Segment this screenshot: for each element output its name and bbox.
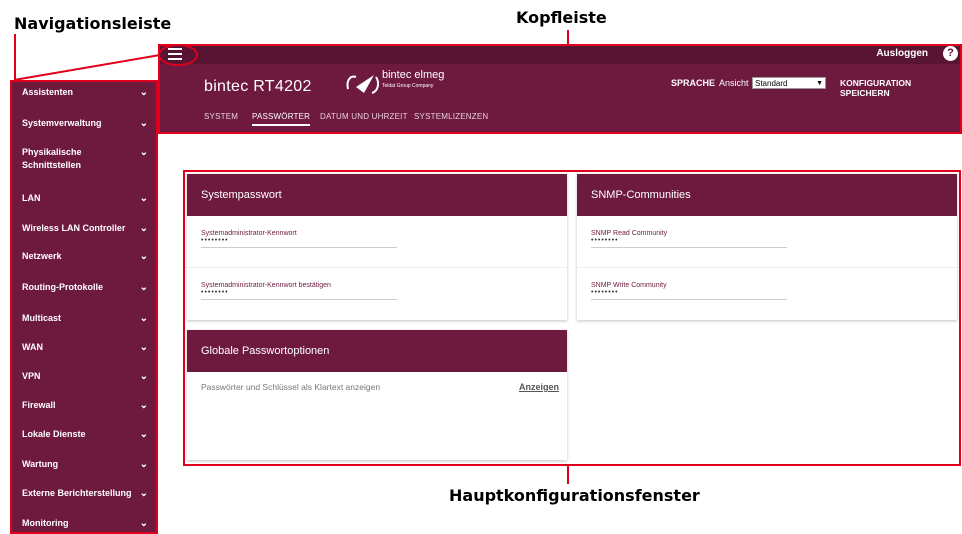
sidebar-item-label: Routing-Protokolle xyxy=(22,282,103,292)
admin-password-confirm-input[interactable]: •••••••• xyxy=(201,289,397,300)
sidebar-item-label: Netzwerk xyxy=(22,251,62,261)
sidebar-item[interactable]: Wireless LAN Controller ⌄ xyxy=(10,222,158,235)
help-icon[interactable]: ? xyxy=(943,46,958,61)
menu-icon[interactable] xyxy=(168,48,182,60)
sidebar-item-label: VPN xyxy=(22,371,41,381)
chevron-down-icon: ⌄ xyxy=(139,118,148,129)
sidebar-item-label: Firewall xyxy=(22,400,56,410)
chevron-down-icon: ⌄ xyxy=(139,371,148,382)
logo-text: bintec elmeg xyxy=(382,69,445,81)
chevron-down-icon: ▼ xyxy=(816,80,823,87)
tab-licenses[interactable]: SYSTEMLIZENZEN xyxy=(414,112,488,121)
sidebar-item[interactable]: WAN ⌄ xyxy=(10,341,158,354)
callout-navigation: Navigationsleiste xyxy=(14,14,172,33)
chevron-down-icon: ⌄ xyxy=(139,223,148,234)
snmp-read-field[interactable]: SNMP Read Community •••••••• xyxy=(577,216,957,268)
sidebar-item[interactable]: LAN ⌄ xyxy=(10,192,158,205)
sidebar-item[interactable]: Netzwerk ⌄ xyxy=(10,250,158,263)
sidebar-item[interactable]: Physikalische Schnittstellen ⌄ xyxy=(10,146,158,172)
show-cleartext-link[interactable]: Anzeigen xyxy=(519,382,559,392)
sidebar-item-label: Wireless LAN Controller xyxy=(22,223,126,233)
global-password-options-card: Globale Passwortoptionen Passwörter und … xyxy=(187,330,567,460)
chevron-down-icon: ⌄ xyxy=(139,518,148,529)
chevron-down-icon: ⌄ xyxy=(139,193,148,204)
sidebar-item[interactable]: Lokale Dienste ⌄ xyxy=(10,428,158,441)
callout-header: Kopfleiste xyxy=(516,8,607,27)
tab-passwords[interactable]: PASSWÖRTER xyxy=(252,112,311,126)
chevron-down-icon: ⌄ xyxy=(139,400,148,411)
card-title: SNMP-Communities xyxy=(577,174,957,216)
language-selector[interactable]: SPRACHE xyxy=(671,78,715,88)
snmp-write-input[interactable]: •••••••• xyxy=(591,289,787,300)
field-label: SNMP Read Community xyxy=(591,230,668,237)
chevron-down-icon: ⌄ xyxy=(139,147,148,158)
sidebar-item-label: Assistenten xyxy=(22,87,74,97)
card-title: Systempasswort xyxy=(187,174,567,216)
logout-button[interactable]: Ausloggen xyxy=(876,48,928,59)
sidebar-item-label: Externe Berichterstellung xyxy=(22,488,132,498)
chevron-down-icon: ⌄ xyxy=(139,488,148,499)
chevron-down-icon: ⌄ xyxy=(139,87,148,98)
sidebar-item[interactable]: Wartung ⌄ xyxy=(10,458,158,471)
header-bar: Ausloggen ? bintec RT4202 bintec elmeg T… xyxy=(158,44,962,134)
snmp-write-field[interactable]: SNMP Write Community •••••••• xyxy=(577,268,957,320)
system-password-card: Systempasswort Systemadministrator-Kennw… xyxy=(187,174,567,320)
chevron-down-icon: ⌄ xyxy=(139,459,148,470)
chevron-down-icon: ⌄ xyxy=(139,251,148,262)
sidebar-item[interactable]: Monitoring ⌄ xyxy=(10,517,158,530)
chevron-down-icon: ⌄ xyxy=(139,313,148,324)
top-bar: Ausloggen ? xyxy=(158,44,962,64)
sidebar-item-label: Lokale Dienste xyxy=(22,429,86,439)
save-config-button[interactable]: KONFIGURATION SPEICHERN xyxy=(840,78,962,98)
sidebar-item[interactable]: Externe Berichterstellung ⌄ xyxy=(10,487,158,500)
view-select[interactable]: Standard ▼ xyxy=(752,77,826,89)
field-label: SNMP Write Community xyxy=(591,282,667,289)
view-select-value: Standard xyxy=(755,79,788,88)
admin-password-field[interactable]: Systemadministrator-Kennwort •••••••• xyxy=(187,216,567,268)
sidebar-item[interactable]: Assistenten ⌄ xyxy=(10,86,158,99)
view-label: Ansicht xyxy=(719,78,749,88)
chevron-down-icon: ⌄ xyxy=(139,429,148,440)
tab-date-time[interactable]: DATUM UND UHRZEIT xyxy=(320,112,408,121)
logo-subtitle: Teldat Group Company xyxy=(382,83,434,89)
sidebar-item[interactable]: Systemverwaltung ⌄ xyxy=(10,117,158,130)
sidebar-item-label: WAN xyxy=(22,342,43,352)
snmp-read-input[interactable]: •••••••• xyxy=(591,237,787,248)
navigation-sidebar: Assistenten ⌄ Systemverwaltung ⌄ Physikalisc… xyxy=(10,80,158,534)
sidebar-item[interactable]: Multicast ⌄ xyxy=(10,312,158,325)
chevron-down-icon: ⌄ xyxy=(139,342,148,353)
snmp-card: SNMP-Communities SNMP Read Community •••… xyxy=(577,174,957,320)
device-name: bintec RT4202 xyxy=(204,78,312,95)
sidebar-item-label: Monitoring xyxy=(22,518,69,528)
sidebar-item-label: Multicast xyxy=(22,313,62,323)
field-label: Systemadministrator-Kennwort xyxy=(201,230,297,237)
sidebar-item-label: Wartung xyxy=(22,459,59,469)
chevron-down-icon: ⌄ xyxy=(139,282,148,293)
sidebar-item[interactable]: Routing-Protokolle ⌄ xyxy=(10,281,158,294)
tab-system[interactable]: SYSTEM xyxy=(204,112,238,121)
sidebar-item-label: Systemverwaltung xyxy=(22,118,102,128)
sidebar-item[interactable]: VPN ⌄ xyxy=(10,370,158,383)
callout-line-diagonal xyxy=(13,54,161,81)
sidebar-item-label: LAN xyxy=(22,193,41,203)
callout-line-main xyxy=(567,466,569,484)
field-label: Systemadministrator-Kennwort bestätigen xyxy=(201,282,331,289)
callout-line-nav xyxy=(14,34,16,81)
cleartext-option-label: Passwörter und Schlüssel als Klartext an… xyxy=(201,382,381,392)
admin-password-input[interactable]: •••••••• xyxy=(201,237,397,248)
admin-password-confirm-field[interactable]: Systemadministrator-Kennwort bestätigen … xyxy=(187,268,567,320)
card-title: Globale Passwortoptionen xyxy=(187,330,567,372)
sidebar-item[interactable]: Firewall ⌄ xyxy=(10,399,158,412)
callout-main: Hauptkonfigurationsfenster xyxy=(449,486,700,505)
callout-line-header xyxy=(567,30,569,44)
sidebar-item-label: Physikalische Schnittstellen xyxy=(22,147,82,170)
